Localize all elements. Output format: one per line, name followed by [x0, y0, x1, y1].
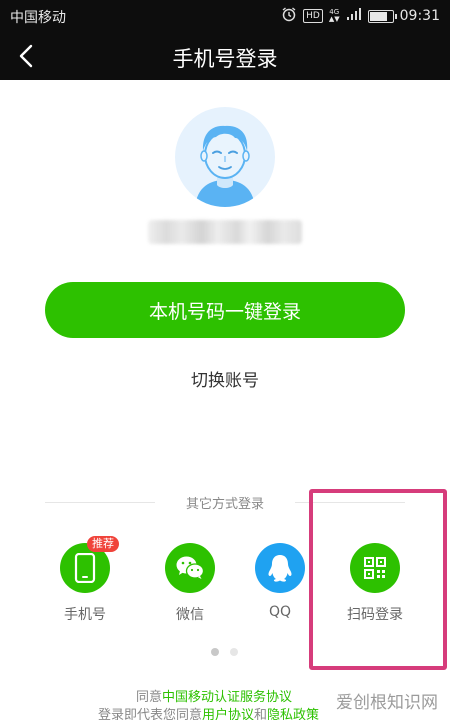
- wechat-method-circle[interactable]: [165, 543, 215, 593]
- login-method-qq[interactable]: QQ: [240, 543, 320, 620]
- user-agreement-link[interactable]: 用户协议: [202, 708, 254, 720]
- alarm-icon: [281, 6, 297, 26]
- agreement-line2-prefix: 登录即代表您同意: [98, 708, 203, 720]
- wechat-icon: [176, 556, 205, 579]
- phone-icon: [74, 553, 96, 583]
- method-label-phone: 手机号: [64, 607, 106, 623]
- network-type-icon: 4G ▲▼: [328, 8, 340, 23]
- login-method-qr-scan[interactable]: 扫码登录: [335, 543, 415, 624]
- page-title: 手机号登录: [172, 47, 278, 71]
- page-dot-active[interactable]: [211, 648, 219, 656]
- agreement-prefix: 同意: [136, 690, 163, 705]
- status-icons: HD 4G ▲▼ 09:31: [281, 6, 440, 26]
- other-methods-title: 其它方式登录: [185, 497, 264, 512]
- qr-code-icon: [364, 557, 386, 579]
- agreement-and: 和: [254, 708, 268, 720]
- status-time: 09:31: [399, 8, 440, 24]
- watermark: 爱创根知识网: [336, 693, 438, 713]
- battery-icon: [367, 9, 397, 23]
- login-method-wechat[interactable]: 微信: [150, 543, 230, 624]
- qq-method-circle[interactable]: [255, 543, 305, 593]
- login-method-phone[interactable]: 推荐 手机号: [45, 536, 125, 624]
- qq-icon: [268, 555, 292, 582]
- signal-icon: [346, 7, 362, 25]
- hd-icon: HD: [303, 9, 323, 23]
- page-dot[interactable]: [230, 648, 238, 656]
- avatar: [175, 107, 275, 207]
- qr-method-circle[interactable]: [350, 543, 400, 593]
- recommend-badge: 推荐: [87, 536, 119, 552]
- cmcc-auth-agreement-link[interactable]: 中国移动认证服务协议: [162, 690, 292, 705]
- phone-method-circle[interactable]: 推荐: [60, 536, 119, 593]
- masked-phone-number: [148, 220, 302, 244]
- switch-account-link[interactable]: 切换账号: [0, 366, 450, 391]
- status-bar: 中国移动 HD 4G ▲▼ 09:31: [0, 0, 450, 32]
- method-label-qq: QQ: [268, 604, 292, 620]
- privacy-policy-link[interactable]: 隐私政策: [267, 708, 319, 720]
- page-indicator: [211, 648, 238, 656]
- nav-bar: 手机号登录: [0, 32, 450, 80]
- default-avatar-icon: [195, 125, 255, 207]
- method-label-qr-scan: 扫码登录: [347, 607, 403, 623]
- carrier-name: 中国移动: [10, 10, 66, 26]
- one-click-login-button[interactable]: 本机号码一键登录: [45, 282, 405, 338]
- method-label-wechat: 微信: [176, 607, 204, 623]
